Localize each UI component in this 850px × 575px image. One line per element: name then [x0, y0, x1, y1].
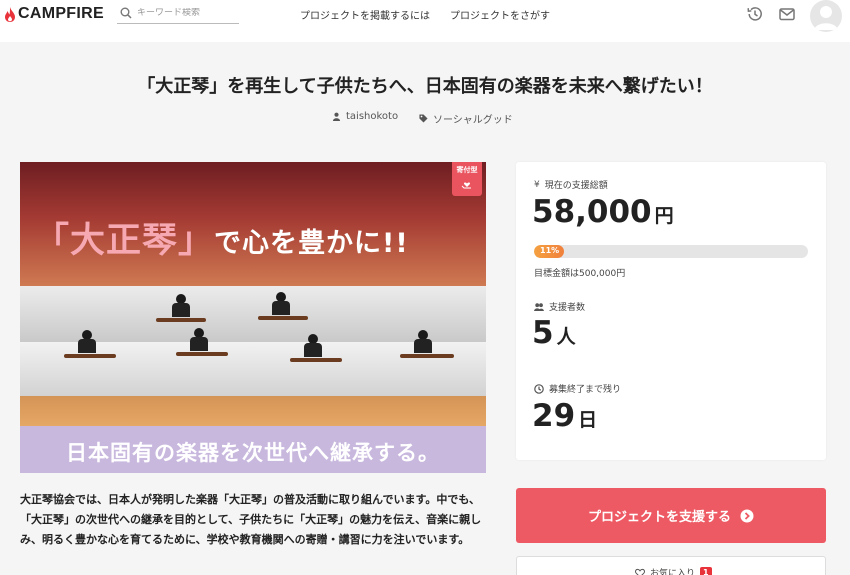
owner-name: taishokoto: [346, 111, 399, 122]
performer: [412, 330, 434, 356]
hero-subline: 日本固有の楽器を次世代へ継承する。: [66, 441, 440, 465]
funded-label: 現在の支援総額: [544, 181, 608, 191]
campfire-logo[interactable]: CAMPFIRE: [4, 5, 104, 23]
backers-value: 5: [532, 315, 554, 351]
backers-label: 支援者数: [549, 303, 586, 313]
remaining-value: 29: [532, 398, 576, 434]
remaining-label-row: 募集終了まで残り: [534, 382, 621, 395]
site-header: CAMPFIRE プロジェクトを掲載するには プロジェクトをさがす: [0, 0, 850, 42]
performer: [76, 330, 98, 356]
flame-icon: [5, 6, 15, 22]
search-input[interactable]: [137, 7, 237, 18]
person-icon: [332, 112, 341, 121]
performer: [188, 328, 210, 354]
goal-amount: 目標金額は500,000円: [534, 269, 626, 279]
clock-icon: [534, 383, 544, 394]
mail-icon[interactable]: [778, 5, 796, 23]
funded-label-row: ¥ 現在の支援総額: [534, 178, 608, 192]
heart-hand-icon: [461, 182, 471, 189]
nav-find-project[interactable]: プロジェクトをさがす: [450, 7, 550, 22]
search-box[interactable]: [117, 2, 239, 24]
funding-progress-bar: 11%: [534, 245, 808, 258]
support-project-button[interactable]: プロジェクトを支援する: [516, 488, 826, 543]
hero-headline: 「大正琴」で心を豊かに!!: [34, 212, 409, 263]
search-icon: [120, 7, 132, 19]
backers-label-row: 支援者数: [534, 300, 585, 313]
funding-stats-card: ¥ 現在の支援総額 58,000 円 11% 目標金額は500,000円 支援者数…: [516, 162, 826, 460]
heart-icon: [635, 568, 645, 575]
funded-amount: 58,000 円: [532, 194, 674, 230]
performer: [302, 334, 324, 360]
badge-label: 寄付型: [456, 166, 478, 174]
backers-count: 5人: [532, 315, 576, 351]
project-description: 大正琴協会では、日本人が発明した楽器「大正琴」の普及活動に取り組んでいます。中で…: [20, 493, 482, 546]
performer: [270, 292, 292, 318]
performer: [170, 294, 192, 320]
users-icon: [534, 302, 544, 311]
project-owner[interactable]: taishokoto: [332, 111, 398, 122]
donation-badge: 寄付型: [452, 162, 482, 196]
funded-unit: 円: [654, 205, 674, 227]
nav-start-project[interactable]: プロジェクトを掲載するには: [300, 7, 430, 22]
favorite-count-badge: 1: [700, 567, 712, 575]
funded-value: 58,000: [532, 194, 652, 230]
remaining-unit: 日: [578, 409, 598, 431]
days-remaining: 29 日: [532, 398, 597, 434]
progress-percent: 11%: [540, 246, 560, 255]
support-button-label: プロジェクトを支援する: [587, 510, 731, 525]
remaining-label: 募集終了まで残り: [549, 385, 622, 395]
favorite-label: お気に入り: [650, 569, 696, 575]
history-icon[interactable]: [746, 5, 764, 23]
backers-unit: 人: [556, 326, 576, 348]
user-icon: [814, 6, 838, 30]
project-category[interactable]: ソーシャルグッド: [419, 111, 513, 126]
logo-text: CAMPFIRE: [18, 5, 104, 22]
chevron-right-circle-icon: [740, 509, 754, 522]
user-avatar[interactable]: [810, 0, 842, 32]
yen-icon: ¥: [534, 179, 540, 190]
project-title: 「大正琴」を再生して子供たちへ、日本固有の楽器を未来へ繋げたい！: [137, 76, 713, 97]
category-name: ソーシャルグッド: [433, 115, 513, 126]
hero-headline-rest: で心を豊かに!!: [214, 228, 409, 259]
tag-icon: [419, 114, 428, 123]
favorite-button[interactable]: お気に入り 1: [516, 556, 826, 575]
hero-headline-highlight: 「大正琴」: [34, 221, 215, 261]
project-hero-image: 「大正琴」で心を豊かに!! 日本固有の楽器を次世代へ継承する。 寄付型: [20, 162, 486, 473]
stage-photo: [20, 286, 486, 426]
